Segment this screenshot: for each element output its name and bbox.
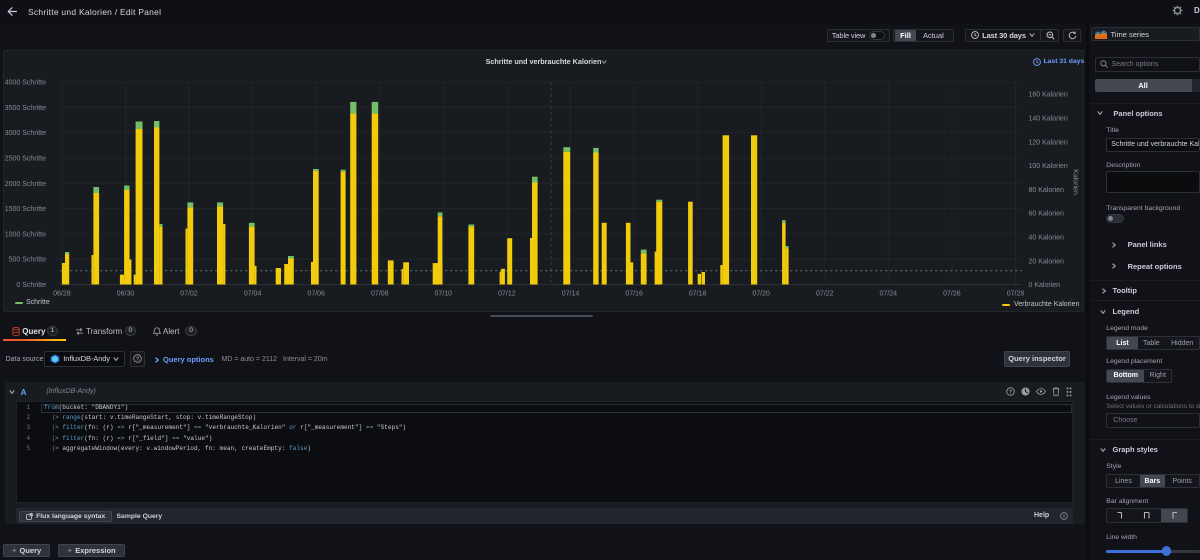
svg-text:07/14: 07/14 [562, 291, 580, 298]
svg-text:07/22: 07/22 [816, 291, 834, 298]
svg-text:07/08: 07/08 [371, 291, 389, 298]
svg-text:1000 Schritte: 1000 Schritte [5, 231, 46, 238]
svg-text:07/02: 07/02 [180, 291, 198, 298]
svg-text:3000 Schritte: 3000 Schritte [5, 130, 46, 137]
svg-text:20 Kalorien: 20 Kalorien [1029, 258, 1065, 265]
svg-text:07/28: 07/28 [1007, 291, 1025, 298]
svg-text:500 Schritte: 500 Schritte [9, 257, 46, 264]
svg-text:07/06: 07/06 [307, 291, 325, 298]
svg-text:0 Kalorien: 0 Kalorien [1029, 282, 1061, 289]
svg-text:4000 Schritte: 4000 Schritte [5, 80, 46, 87]
svg-text:07/10: 07/10 [435, 291, 453, 298]
svg-text:140 Kalorien: 140 Kalorien [1029, 116, 1068, 123]
svg-text:07/16: 07/16 [625, 291, 643, 298]
svg-text:80 Kalorien: 80 Kalorien [1029, 187, 1065, 194]
svg-text:100 Kalorien: 100 Kalorien [1029, 163, 1068, 170]
svg-text:07/26: 07/26 [943, 291, 961, 298]
svg-text:07/04: 07/04 [244, 291, 262, 298]
svg-text:07/12: 07/12 [498, 291, 516, 298]
svg-text:0 Schritte: 0 Schritte [16, 282, 46, 289]
svg-text:40 Kalorien: 40 Kalorien [1029, 235, 1065, 242]
svg-text:07/20: 07/20 [752, 291, 770, 298]
svg-text:06/28: 06/28 [53, 291, 71, 298]
svg-text:3500 Schritte: 3500 Schritte [5, 105, 46, 112]
svg-text:06/30: 06/30 [117, 291, 135, 298]
svg-text:07/18: 07/18 [689, 291, 707, 298]
svg-text:Kalorien: Kalorien [1072, 169, 1079, 195]
svg-text:1500 Schritte: 1500 Schritte [5, 206, 46, 213]
svg-text:2000 Schritte: 2000 Schritte [5, 181, 46, 188]
svg-text:160 Kalorien: 160 Kalorien [1029, 92, 1068, 99]
svg-text:2500 Schritte: 2500 Schritte [5, 156, 46, 163]
svg-text:60 Kalorien: 60 Kalorien [1029, 211, 1065, 218]
svg-text:07/24: 07/24 [880, 291, 898, 298]
svg-text:120 Kalorien: 120 Kalorien [1029, 139, 1068, 146]
